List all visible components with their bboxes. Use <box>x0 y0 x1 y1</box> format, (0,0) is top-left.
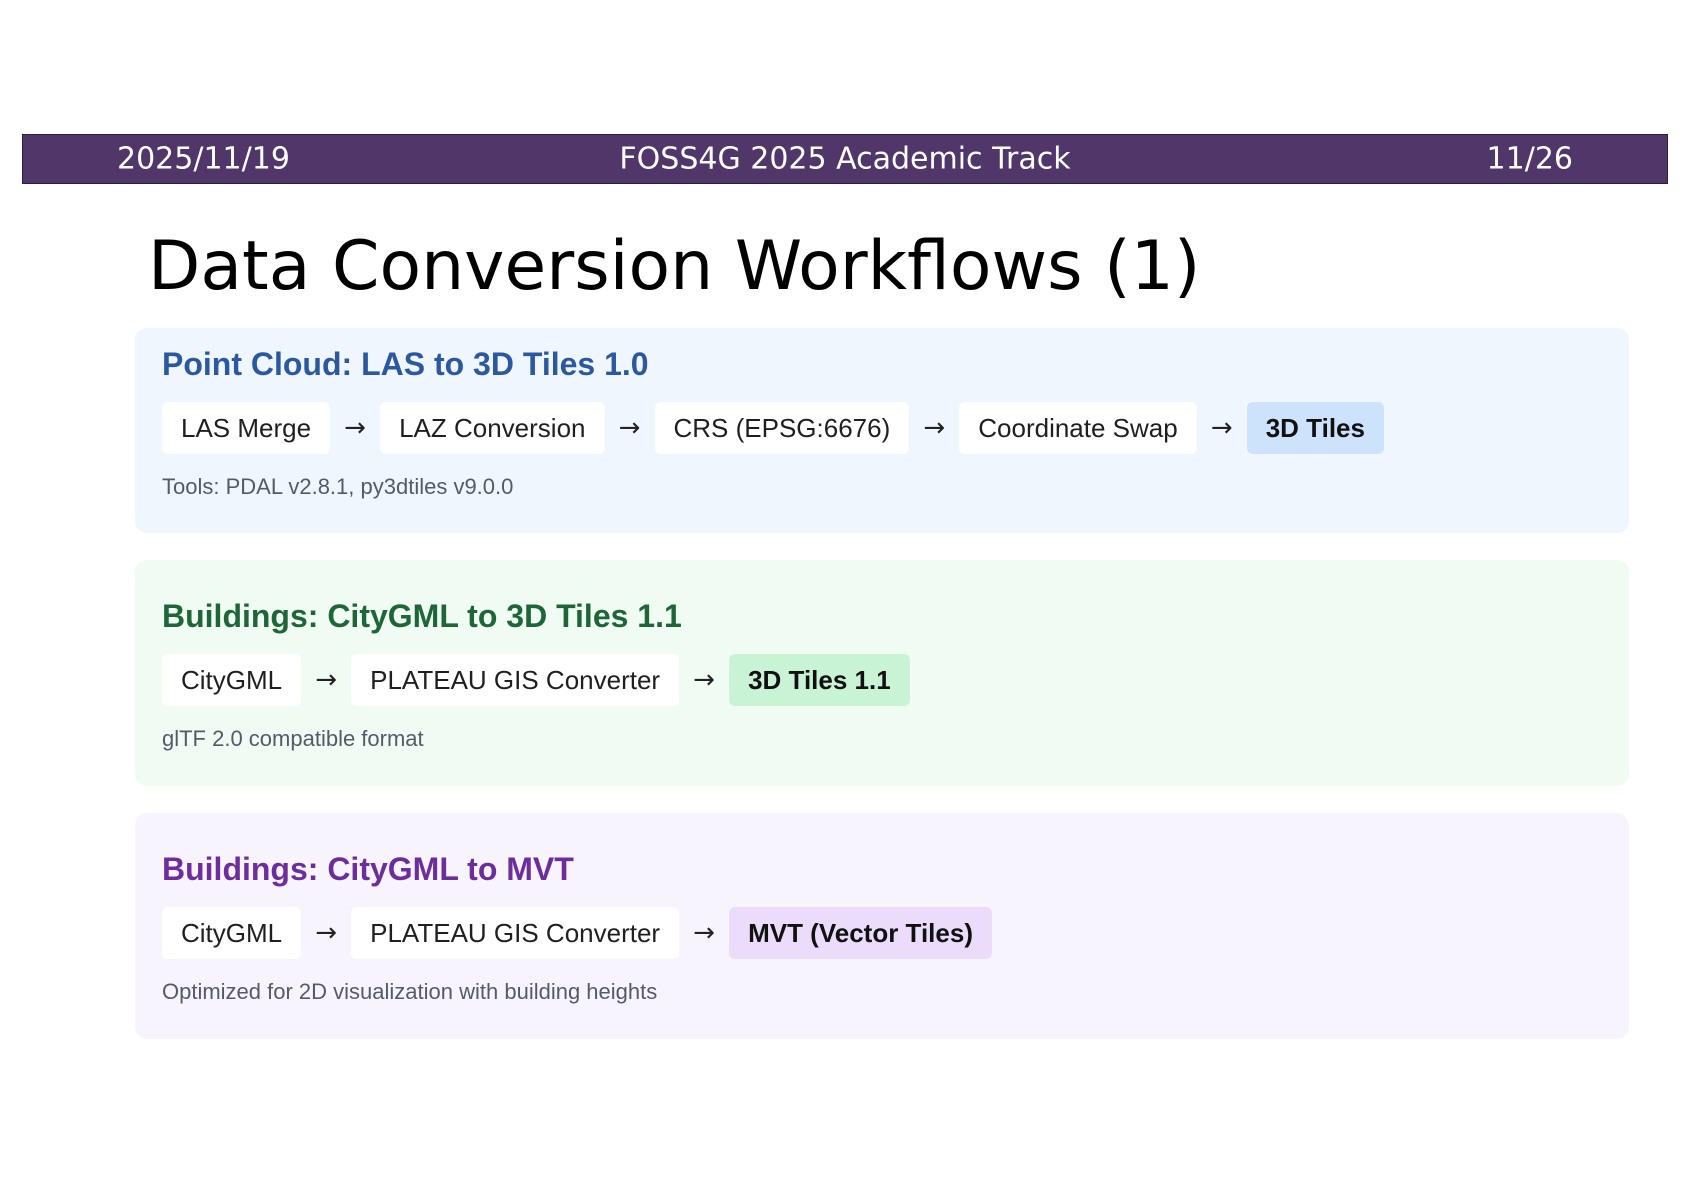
arrow-right-icon: → <box>315 918 338 948</box>
workflow-panel-citygml-mvt: Buildings: CityGML to MVT CityGML → PLAT… <box>135 813 1629 1039</box>
workflow-step: LAZ Conversion <box>380 402 605 454</box>
workflow-title: Buildings: CityGML to 3D Tiles 1.1 <box>162 598 682 634</box>
arrow-right-icon: → <box>693 918 715 948</box>
workflow-step: LAS Merge <box>162 402 331 454</box>
workflow-panel-citygml-3dtiles: Buildings: CityGML to 3D Tiles 1.1 CityG… <box>135 560 1629 786</box>
workflow-note: Optimized for 2D visualization with buil… <box>162 979 658 1004</box>
header-event-name: FOSS4G 2025 Academic Track <box>619 141 1071 177</box>
arrow-right-icon: → <box>315 665 338 695</box>
workflow-title: Point Cloud: LAS to 3D Tiles 1.0 <box>162 346 649 382</box>
workflow-step: CRS (EPSG:6676) <box>654 402 910 454</box>
workflow-note: Tools: PDAL v2.8.1, py3dtiles v9.0.0 <box>162 474 514 499</box>
workflow-step: PLATEAU GIS Converter <box>351 907 680 959</box>
arrow-right-icon: → <box>693 665 715 695</box>
workflow-steps: CityGML → PLATEAU GIS Converter → MVT (V… <box>162 907 1602 959</box>
workflow-step: PLATEAU GIS Converter <box>351 654 680 706</box>
workflow-step: CityGML <box>162 654 302 706</box>
workflow-output-step: 3D Tiles <box>1246 402 1384 454</box>
arrow-right-icon: → <box>618 413 641 443</box>
workflow-output-step: 3D Tiles 1.1 <box>729 654 910 706</box>
arrow-right-icon: → <box>923 413 946 443</box>
workflow-panel-point-cloud: Point Cloud: LAS to 3D Tiles 1.0 LAS Mer… <box>135 328 1629 533</box>
workflow-steps: LAS Merge → LAZ Conversion → CRS (EPSG:6… <box>162 402 1602 454</box>
arrow-right-icon: → <box>344 413 366 443</box>
workflow-step: Coordinate Swap <box>959 402 1197 454</box>
header-bar: 2025/11/19 FOSS4G 2025 Academic Track 11… <box>22 134 1668 184</box>
workflow-output-step: MVT (Vector Tiles) <box>729 907 992 959</box>
slide-title: Data Conversion Workflows (1) <box>148 227 1201 306</box>
workflow-step: CityGML <box>162 907 302 959</box>
arrow-right-icon: → <box>1210 413 1233 443</box>
header-page-number: 11/26 <box>1486 141 1573 177</box>
workflow-title: Buildings: CityGML to MVT <box>162 851 574 887</box>
header-date: 2025/11/19 <box>117 141 290 177</box>
workflow-steps: CityGML → PLATEAU GIS Converter → 3D Til… <box>162 654 1602 706</box>
workflow-note: glTF 2.0 compatible format <box>162 726 424 751</box>
